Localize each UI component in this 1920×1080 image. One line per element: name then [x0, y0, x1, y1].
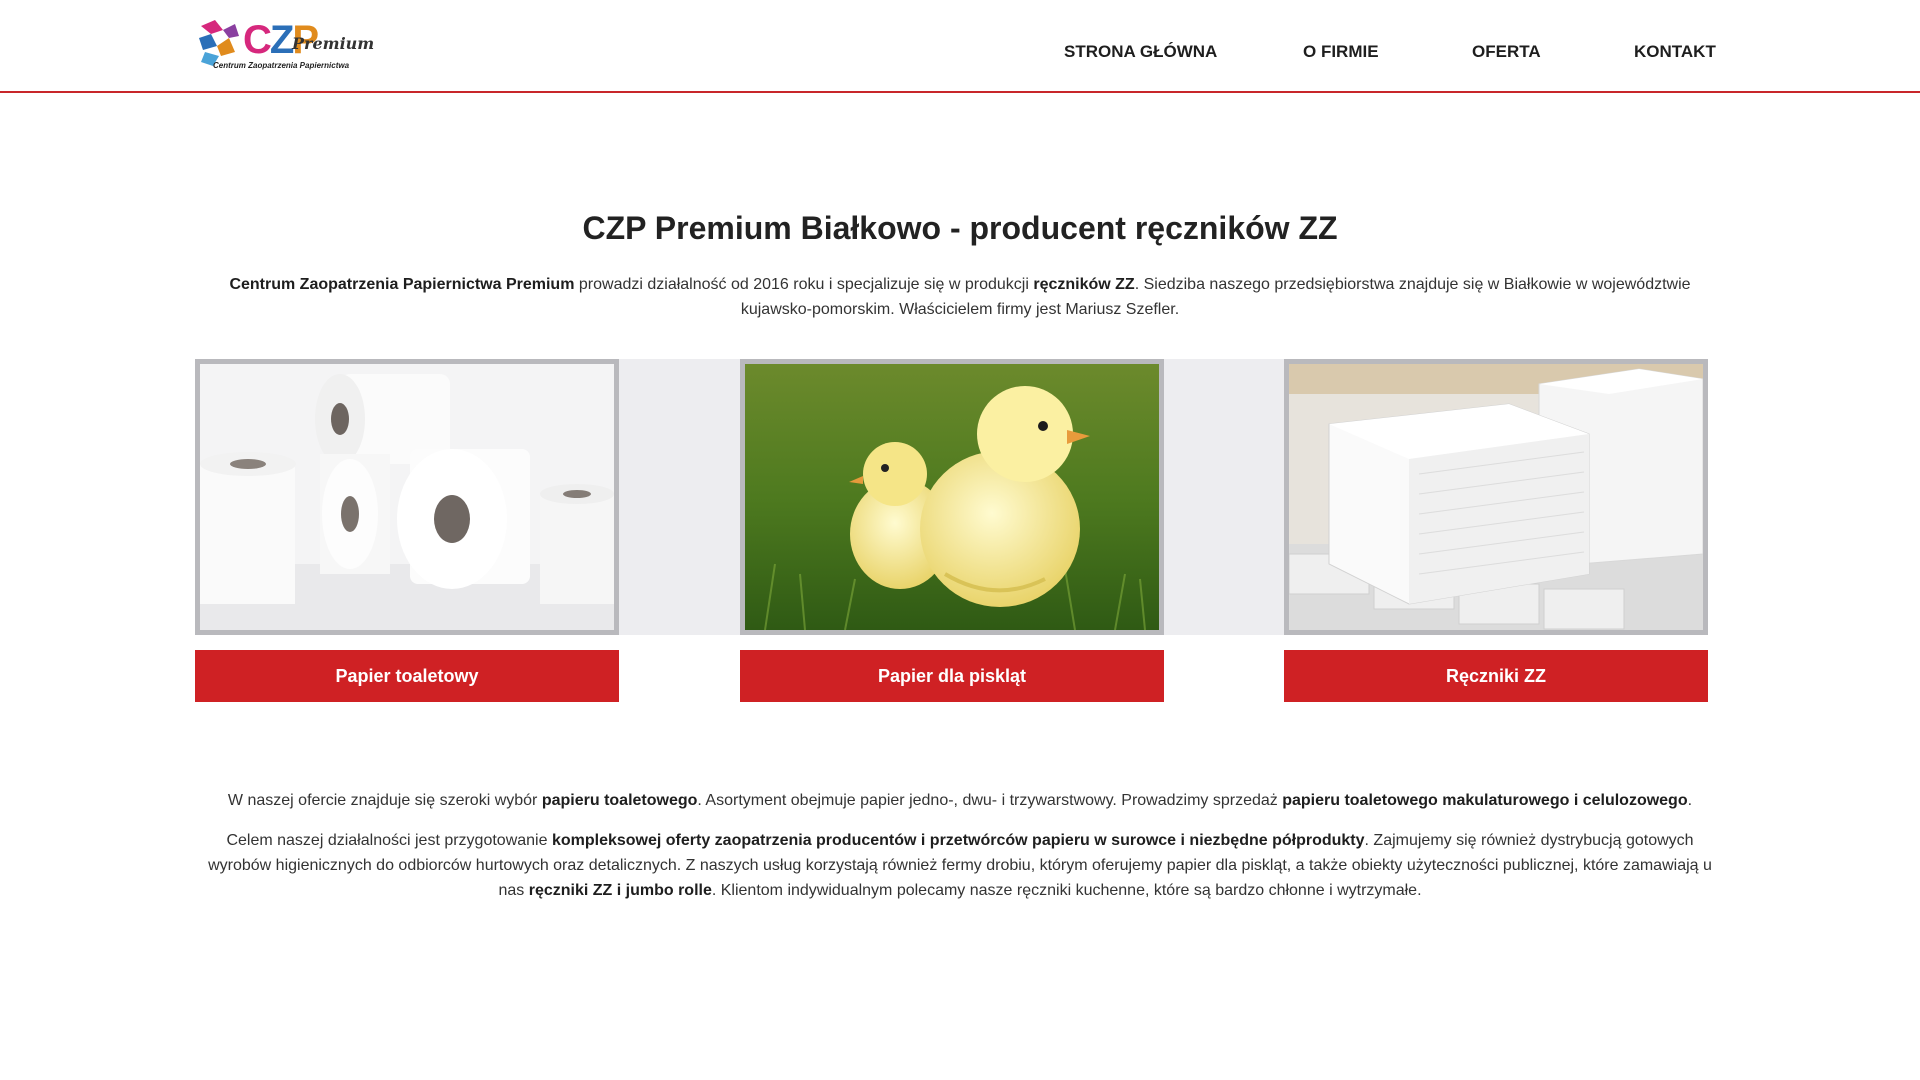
card-image-towels[interactable]: [1284, 359, 1708, 635]
intro-text: Centrum Zaopatrzenia Papiernictwa Premiu…: [200, 272, 1720, 322]
para2-text-1: Celem naszej działalności jest przygotow…: [226, 832, 552, 849]
para1-text-2: . Asortyment obejmuje papier jedno-, dwu…: [697, 792, 1283, 809]
para1-bold-2: papieru toaletowego makulaturowego i cel…: [1282, 792, 1688, 809]
chicks-image: [745, 364, 1159, 630]
nav-about[interactable]: O FIRMIE: [1303, 42, 1379, 62]
toilet-paper-rolls-image: [200, 364, 614, 630]
intro-company: Centrum Zaopatrzenia Papiernictwa Premiu…: [229, 276, 575, 293]
nav-home[interactable]: STRONA GŁÓWNA: [1064, 42, 1217, 62]
intro-product: ręczników ZZ: [1033, 276, 1135, 293]
chick-paper-button[interactable]: Papier dla piskląt: [740, 650, 1164, 702]
site-logo[interactable]: CZP Premium Centrum Zaopatrzenia Papiern…: [195, 16, 374, 72]
logo-tagline: Centrum Zaopatrzenia Papiernictwa: [213, 61, 350, 70]
intro-text-1: prowadzi działalność od 2016 roku i spec…: [574, 276, 1034, 293]
offer-paragraph: W naszej ofercie znajduje się szeroki wy…: [200, 788, 1720, 813]
nav-offer[interactable]: OFERTA: [1472, 42, 1541, 62]
para1-text-1: W naszej ofercie znajduje się szeroki wy…: [227, 792, 542, 809]
page-title: CZP Premium Białkowo - producent ręcznik…: [582, 210, 1338, 246]
mission-paragraph: Celem naszej działalności jest przygotow…: [200, 828, 1720, 903]
zz-towels-button[interactable]: Ręczniki ZZ: [1284, 650, 1708, 702]
para1-text-3: .: [1687, 792, 1693, 809]
logo-premium: Premium: [292, 34, 375, 53]
site-header: CZP Premium Centrum Zaopatrzenia Papiern…: [0, 0, 1920, 93]
zz-towels-image: [1289, 364, 1703, 630]
para2-bold-2: ręczniki ZZ i jumbo rolle: [528, 882, 712, 899]
toilet-paper-button[interactable]: Papier toaletowy: [195, 650, 619, 702]
para2-bold-1: kompleksowej oferty zaopatrzenia produce…: [551, 832, 1365, 849]
nav-contact[interactable]: KONTAKT: [1634, 42, 1716, 62]
card-image-chicks[interactable]: [740, 359, 1164, 635]
para2-text-3: . Klientom indywidualnym polecamy nasze …: [711, 882, 1422, 899]
card-image-toilet-paper[interactable]: [195, 359, 619, 635]
para1-bold-1: papieru toaletowego: [541, 792, 698, 809]
